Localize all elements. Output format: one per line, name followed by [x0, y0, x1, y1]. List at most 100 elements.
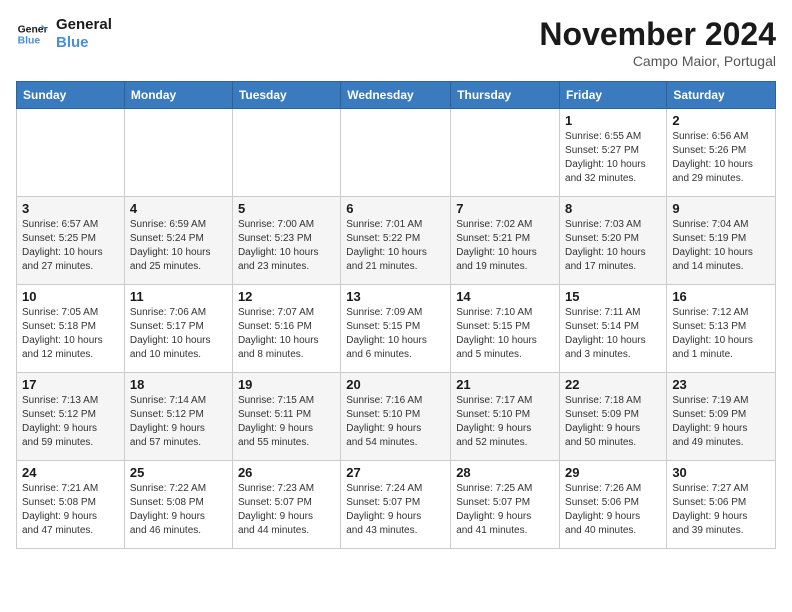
calendar-cell: 12 Sunrise: 7:07 AM Sunset: 5:16 PM Dayli…	[232, 285, 340, 373]
logo: General Blue General Blue	[16, 16, 112, 52]
calendar-cell: 8Sunrise: 7:03 AM Sunset: 5:20 PM Daylig…	[560, 197, 667, 285]
calendar-week-5: 24Sunrise: 7:21 AM Sunset: 5:08 PM Dayli…	[17, 461, 776, 549]
calendar-cell	[17, 109, 125, 197]
day-info: Sunrise: 7:14 AM Sunset: 5:12 PM Dayligh…	[130, 394, 227, 450]
calendar-cell: 16 Sunrise: 7:12 AM Sunset: 5:13 PM Dayli…	[667, 285, 776, 373]
day-number: 26	[238, 465, 335, 480]
day-info: Sunrise: 7:09 AM Sunset: 5:15 PM Dayligh…	[346, 306, 445, 362]
calendar-cell: 23Sunrise: 7:19 AM Sunset: 5:09 PM Dayli…	[667, 373, 776, 461]
day-number: 25	[130, 465, 227, 480]
day-number: 20	[346, 377, 445, 392]
weekday-header-monday: Monday	[124, 82, 232, 109]
weekday-header-thursday: Thursday	[451, 82, 560, 109]
calendar-cell: 19 Sunrise: 7:15 AM Sunset: 5:11 PM Dayli…	[232, 373, 340, 461]
day-number: 5	[238, 201, 335, 216]
calendar-cell: 28 Sunrise: 7:25 AM Sunset: 5:07 PM Dayli…	[451, 461, 560, 549]
day-number: 3	[22, 201, 119, 216]
weekday-header-friday: Friday	[560, 82, 667, 109]
day-number: 21	[456, 377, 554, 392]
day-info: Sunrise: 6:55 AM Sunset: 5:27 PM Dayligh…	[565, 130, 661, 186]
calendar-cell: 17 Sunrise: 7:13 AM Sunset: 5:12 PM Dayli…	[17, 373, 125, 461]
calendar-cell: 2Sunrise: 6:56 AM Sunset: 5:26 PM Daylig…	[667, 109, 776, 197]
day-number: 24	[22, 465, 119, 480]
calendar-cell: 4 Sunrise: 6:59 AM Sunset: 5:24 PM Daylig…	[124, 197, 232, 285]
day-number: 11	[130, 289, 227, 304]
day-info: Sunrise: 7:25 AM Sunset: 5:07 PM Dayligh…	[456, 482, 554, 538]
day-number: 12	[238, 289, 335, 304]
day-info: Sunrise: 7:15 AM Sunset: 5:11 PM Dayligh…	[238, 394, 335, 450]
calendar-cell	[232, 109, 340, 197]
day-number: 7	[456, 201, 554, 216]
day-number: 10	[22, 289, 119, 304]
day-info: Sunrise: 7:10 AM Sunset: 5:15 PM Dayligh…	[456, 306, 554, 362]
calendar-week-1: 1Sunrise: 6:55 AM Sunset: 5:27 PM Daylig…	[17, 109, 776, 197]
day-number: 13	[346, 289, 445, 304]
calendar-cell: 27 Sunrise: 7:24 AM Sunset: 5:07 PM Dayli…	[341, 461, 451, 549]
day-info: Sunrise: 7:04 AM Sunset: 5:19 PM Dayligh…	[672, 218, 770, 274]
day-number: 27	[346, 465, 445, 480]
calendar-table: SundayMondayTuesdayWednesdayThursdayFrid…	[16, 81, 776, 549]
calendar-week-3: 10 Sunrise: 7:05 AM Sunset: 5:18 PM Dayli…	[17, 285, 776, 373]
logo-blue: Blue	[56, 34, 112, 52]
title-block: November 2024 Campo Maior, Portugal	[539, 16, 776, 69]
location-subtitle: Campo Maior, Portugal	[539, 53, 776, 69]
calendar-cell: 24Sunrise: 7:21 AM Sunset: 5:08 PM Dayli…	[17, 461, 125, 549]
day-number: 15	[565, 289, 661, 304]
weekday-header-sunday: Sunday	[17, 82, 125, 109]
weekday-header-saturday: Saturday	[667, 82, 776, 109]
calendar-cell: 7Sunrise: 7:02 AM Sunset: 5:21 PM Daylig…	[451, 197, 560, 285]
day-info: Sunrise: 7:05 AM Sunset: 5:18 PM Dayligh…	[22, 306, 119, 362]
calendar-week-4: 17 Sunrise: 7:13 AM Sunset: 5:12 PM Dayli…	[17, 373, 776, 461]
day-info: Sunrise: 7:06 AM Sunset: 5:17 PM Dayligh…	[130, 306, 227, 362]
day-number: 2	[672, 113, 770, 128]
calendar-header-row: SundayMondayTuesdayWednesdayThursdayFrid…	[17, 82, 776, 109]
day-info: Sunrise: 6:59 AM Sunset: 5:24 PM Dayligh…	[130, 218, 227, 274]
day-number: 4	[130, 201, 227, 216]
calendar-cell: 1Sunrise: 6:55 AM Sunset: 5:27 PM Daylig…	[560, 109, 667, 197]
weekday-header-wednesday: Wednesday	[341, 82, 451, 109]
day-info: Sunrise: 7:19 AM Sunset: 5:09 PM Dayligh…	[672, 394, 770, 450]
calendar-cell: 21Sunrise: 7:17 AM Sunset: 5:10 PM Dayli…	[451, 373, 560, 461]
svg-text:Blue: Blue	[18, 36, 41, 47]
day-info: Sunrise: 7:22 AM Sunset: 5:08 PM Dayligh…	[130, 482, 227, 538]
day-info: Sunrise: 7:11 AM Sunset: 5:14 PM Dayligh…	[565, 306, 661, 362]
day-info: Sunrise: 7:26 AM Sunset: 5:06 PM Dayligh…	[565, 482, 661, 538]
calendar-cell: 11 Sunrise: 7:06 AM Sunset: 5:17 PM Dayli…	[124, 285, 232, 373]
day-info: Sunrise: 7:24 AM Sunset: 5:07 PM Dayligh…	[346, 482, 445, 538]
day-info: Sunrise: 7:13 AM Sunset: 5:12 PM Dayligh…	[22, 394, 119, 450]
calendar-cell: 9 Sunrise: 7:04 AM Sunset: 5:19 PM Daylig…	[667, 197, 776, 285]
day-info: Sunrise: 6:57 AM Sunset: 5:25 PM Dayligh…	[22, 218, 119, 274]
svg-text:General: General	[18, 24, 48, 35]
calendar-cell	[124, 109, 232, 197]
day-number: 14	[456, 289, 554, 304]
day-info: Sunrise: 7:23 AM Sunset: 5:07 PM Dayligh…	[238, 482, 335, 538]
day-number: 18	[130, 377, 227, 392]
day-info: Sunrise: 7:18 AM Sunset: 5:09 PM Dayligh…	[565, 394, 661, 450]
day-info: Sunrise: 7:12 AM Sunset: 5:13 PM Dayligh…	[672, 306, 770, 362]
calendar-cell: 5 Sunrise: 7:00 AM Sunset: 5:23 PM Daylig…	[232, 197, 340, 285]
day-info: Sunrise: 7:16 AM Sunset: 5:10 PM Dayligh…	[346, 394, 445, 450]
day-number: 30	[672, 465, 770, 480]
day-info: Sunrise: 7:27 AM Sunset: 5:06 PM Dayligh…	[672, 482, 770, 538]
day-number: 9	[672, 201, 770, 216]
weekday-header-tuesday: Tuesday	[232, 82, 340, 109]
month-title: November 2024	[539, 16, 776, 53]
day-number: 8	[565, 201, 661, 216]
calendar-cell: 20 Sunrise: 7:16 AM Sunset: 5:10 PM Dayli…	[341, 373, 451, 461]
day-number: 19	[238, 377, 335, 392]
calendar-week-2: 3 Sunrise: 6:57 AM Sunset: 5:25 PM Daylig…	[17, 197, 776, 285]
day-info: Sunrise: 7:01 AM Sunset: 5:22 PM Dayligh…	[346, 218, 445, 274]
calendar-cell: 25 Sunrise: 7:22 AM Sunset: 5:08 PM Dayli…	[124, 461, 232, 549]
calendar-cell: 22Sunrise: 7:18 AM Sunset: 5:09 PM Dayli…	[560, 373, 667, 461]
day-info: Sunrise: 7:00 AM Sunset: 5:23 PM Dayligh…	[238, 218, 335, 274]
day-number: 29	[565, 465, 661, 480]
calendar-cell: 10 Sunrise: 7:05 AM Sunset: 5:18 PM Dayli…	[17, 285, 125, 373]
calendar-cell: 6Sunrise: 7:01 AM Sunset: 5:22 PM Daylig…	[341, 197, 451, 285]
day-number: 28	[456, 465, 554, 480]
day-number: 17	[22, 377, 119, 392]
logo-icon: General Blue	[16, 18, 48, 50]
day-info: Sunrise: 7:07 AM Sunset: 5:16 PM Dayligh…	[238, 306, 335, 362]
calendar-cell: 18 Sunrise: 7:14 AM Sunset: 5:12 PM Dayli…	[124, 373, 232, 461]
calendar-cell: 13 Sunrise: 7:09 AM Sunset: 5:15 PM Dayli…	[341, 285, 451, 373]
day-number: 16	[672, 289, 770, 304]
